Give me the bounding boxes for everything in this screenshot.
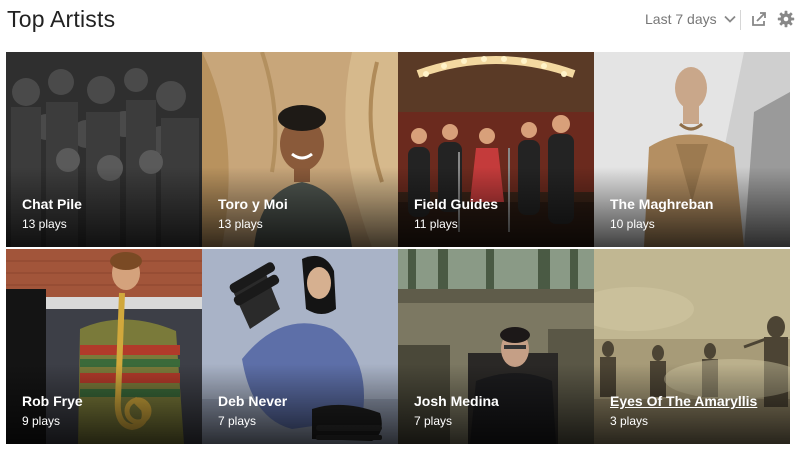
artist-name[interactable]: Field Guides bbox=[414, 196, 498, 212]
date-range-label: Last 7 days bbox=[645, 11, 717, 27]
artist-tile[interactable]: Rob Frye 9 plays bbox=[6, 249, 202, 444]
artist-name[interactable]: Chat Pile bbox=[22, 196, 82, 212]
artist-grid: Chat Pile 13 plays Toro y Moi 13 plays F… bbox=[6, 52, 792, 444]
artist-plays: 10 plays bbox=[610, 217, 655, 231]
artist-name[interactable]: Deb Never bbox=[218, 393, 287, 409]
artist-plays: 13 plays bbox=[218, 217, 263, 231]
artist-tile[interactable]: Field Guides 11 plays bbox=[398, 52, 594, 247]
artist-name[interactable]: Eyes Of The Amaryllis bbox=[610, 393, 757, 409]
artist-plays: 3 plays bbox=[610, 414, 649, 428]
page-title: Top Artists bbox=[7, 6, 116, 32]
share-icon[interactable] bbox=[750, 10, 768, 28]
artist-plays: 13 plays bbox=[22, 217, 67, 231]
date-range-dropdown[interactable]: Last 7 days bbox=[645, 11, 737, 27]
artist-tile[interactable]: Deb Never 7 plays bbox=[202, 249, 398, 444]
artist-tile[interactable]: Josh Medina 7 plays bbox=[398, 249, 594, 444]
artist-plays: 7 plays bbox=[218, 414, 257, 428]
artist-name[interactable]: The Maghreban bbox=[610, 196, 713, 212]
artist-plays: 7 plays bbox=[414, 414, 453, 428]
artist-tile[interactable]: Toro y Moi 13 plays bbox=[202, 52, 398, 247]
header-divider bbox=[740, 10, 741, 30]
artist-tile[interactable]: The Maghreban 10 plays bbox=[594, 52, 790, 247]
gear-icon[interactable] bbox=[777, 10, 795, 28]
header: Top Artists Last 7 days bbox=[0, 0, 800, 40]
artist-plays: 9 plays bbox=[22, 414, 61, 428]
artist-name[interactable]: Josh Medina bbox=[414, 393, 499, 409]
artist-tile[interactable]: Chat Pile 13 plays bbox=[6, 52, 202, 247]
artist-name[interactable]: Toro y Moi bbox=[218, 196, 288, 212]
chevron-down-icon bbox=[723, 15, 736, 23]
artist-name[interactable]: Rob Frye bbox=[22, 393, 83, 409]
artist-tile[interactable]: Eyes Of The Amaryllis 3 plays bbox=[594, 249, 790, 444]
artist-plays: 11 plays bbox=[414, 217, 458, 231]
